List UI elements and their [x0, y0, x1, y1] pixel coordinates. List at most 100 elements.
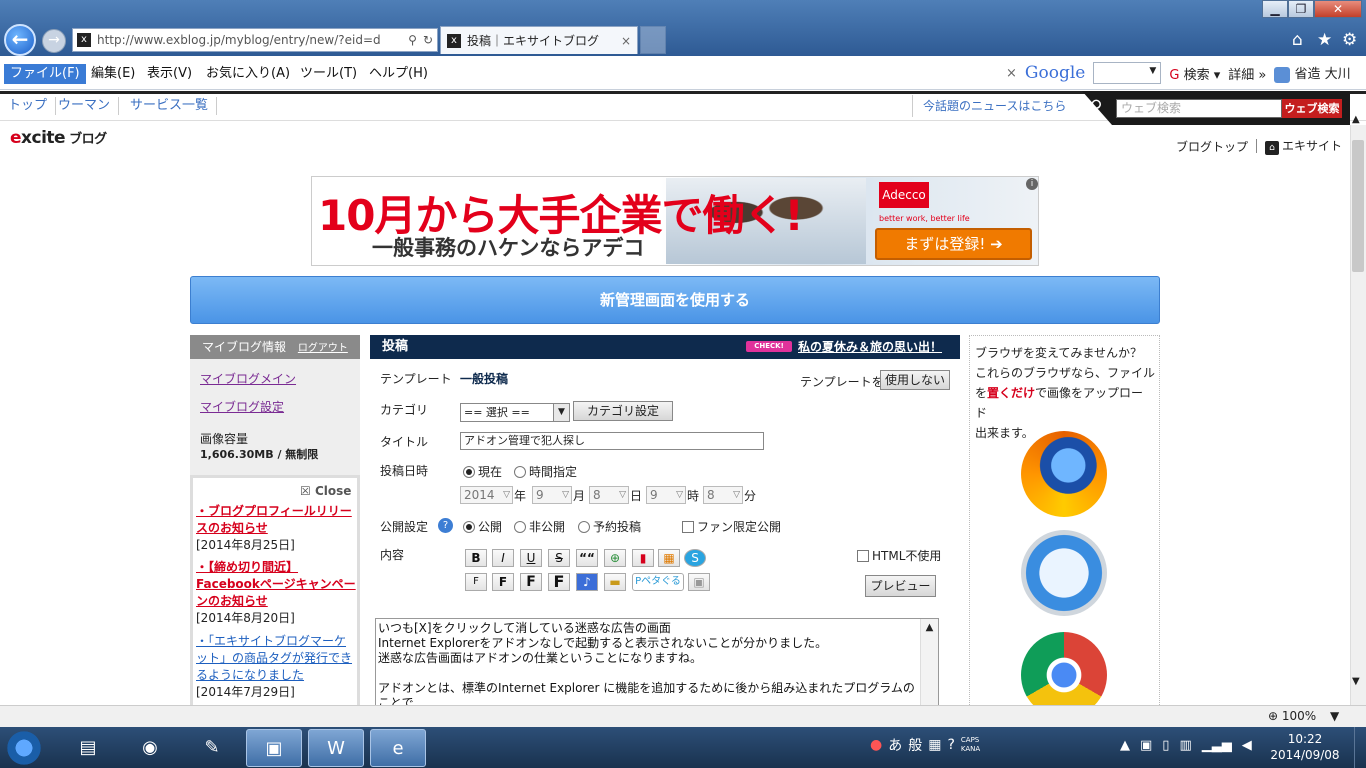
ie-taskbar-icon[interactable]: e [370, 729, 426, 767]
menu-file[interactable]: ファイル(F) [4, 64, 86, 84]
preview-button[interactable]: プレビュー [865, 575, 936, 597]
help-icon[interactable]: ? [947, 737, 954, 753]
browser-tab[interactable]: x 投稿｜エキサイトブログ × [440, 26, 638, 54]
tab-close-icon[interactable]: × [621, 34, 631, 48]
ime-conversion[interactable]: 般 [908, 735, 922, 755]
nav-services-link[interactable]: サービス一覧 [122, 97, 218, 115]
settings-gear-icon[interactable]: ⚙ [1342, 30, 1357, 50]
start-button[interactable] [4, 729, 44, 767]
strike-button[interactable]: S [548, 549, 570, 567]
fan-only-checkbox[interactable]: ファン限定公開 [682, 518, 781, 535]
chrome-taskbar-icon[interactable]: ◉ [122, 729, 178, 767]
web-search-input[interactable]: ウェブ検索 [1116, 99, 1282, 118]
quote-button[interactable]: ““ [576, 549, 598, 567]
home-icon[interactable]: ⌂ [1292, 30, 1303, 50]
news-item-title[interactable]: ・ブログプロフィールリリースのお知らせ [196, 504, 352, 535]
datetime-now-radio[interactable]: 現在 [463, 463, 502, 480]
ad-info-icon[interactable]: i [1026, 178, 1038, 190]
html-off-checkbox[interactable]: HTML不使用 [857, 547, 941, 564]
minimize-button[interactable]: ▁ [1262, 0, 1288, 18]
maximize-button[interactable]: ❐ [1288, 0, 1314, 18]
address-url[interactable]: http://www.exblog.jp/myblog/entry/new/?e… [97, 33, 402, 47]
insert-image-icon[interactable]: ▣ [688, 573, 710, 591]
scroll-down-icon[interactable]: ▼ [1352, 676, 1360, 687]
scroll-up-icon[interactable]: ▲ [1352, 114, 1360, 125]
category-settings-button[interactable]: カテゴリ設定 [573, 401, 673, 421]
volume-icon[interactable]: ◀ [1242, 738, 1252, 753]
menu-favorites[interactable]: お気に入り(A) [200, 64, 296, 84]
show-desktop-button[interactable] [1354, 727, 1366, 768]
publish-private-radio[interactable]: 非公開 [514, 518, 565, 535]
template-unused-button[interactable]: 使用しない [880, 370, 950, 390]
news-link[interactable]: 今話題のニュースはこちら [912, 95, 1082, 117]
summer-promo-link[interactable]: 私の夏休み＆旅の思い出！ [798, 338, 942, 355]
toolbar-close-icon[interactable]: × [1006, 66, 1017, 81]
folder-icon[interactable]: ▬ [604, 573, 626, 591]
petit-gourmet-button[interactable]: Pペタぐる [632, 573, 684, 591]
paint-taskbar-icon[interactable]: ✎ [184, 729, 240, 767]
title-input[interactable]: アドオン管理で犯人探し [460, 432, 764, 450]
nav-woman-link[interactable]: ウーマン [50, 97, 120, 115]
menu-tools[interactable]: ツール(T) [294, 64, 363, 84]
show-hidden-icons-icon[interactable]: ▲ [1120, 738, 1130, 753]
logout-link[interactable]: ログアウト [298, 343, 348, 354]
google-search-input[interactable]: ▼ [1093, 62, 1162, 84]
myblog-settings-link[interactable]: マイブログ設定 [200, 398, 284, 415]
back-button[interactable]: ← [4, 24, 36, 56]
italic-button[interactable]: I [492, 549, 514, 567]
user-account[interactable]: 省造 大川 [1274, 63, 1351, 83]
window-close-button[interactable]: ✕ [1314, 0, 1362, 18]
font-small-button[interactable]: F [465, 573, 487, 591]
firefox-icon[interactable] [1021, 431, 1107, 517]
publish-scheduled-radio[interactable]: 予約投稿 [578, 518, 641, 535]
hour-select[interactable]: 9 ▽ [646, 486, 686, 504]
news-item-title[interactable]: ・「エキサイトブログマーケット」の商品タグが発行できるようになりました [196, 634, 352, 682]
skype-icon[interactable]: S [684, 549, 706, 567]
excite-home-link[interactable]: ⌂ エキサイト [1265, 137, 1342, 155]
word-taskbar-icon[interactable]: W [308, 729, 364, 767]
chevron-up-icon[interactable]: ▲ [926, 622, 934, 633]
google-search-button[interactable]: G 検索 ▾ [1169, 64, 1220, 83]
refresh-icon[interactable]: ↻ [423, 33, 433, 47]
page-scrollbar-thumb[interactable] [1352, 140, 1364, 272]
tray-app-icon[interactable]: ▯ [1162, 738, 1169, 753]
font-large-button[interactable]: F [520, 573, 542, 591]
color-grid-icon[interactable]: ▦ [658, 549, 680, 567]
help-icon[interactable]: ? [438, 518, 453, 533]
excite-blog-logo[interactable]: eexcitexciteブログ [10, 128, 107, 148]
font-xlarge-button[interactable]: F [548, 573, 570, 591]
ime-tools-icon[interactable]: ▦ [928, 737, 941, 753]
content-text[interactable]: いつも[X]をクリックして消している迷惑な広告の画面 Internet Expl… [376, 619, 938, 707]
textarea-scrollbar[interactable]: ▲ [920, 619, 938, 707]
network-icon[interactable]: ▁▃▅ [1202, 738, 1232, 753]
address-bar[interactable]: x http://www.exblog.jp/myblog/entry/new/… [72, 28, 438, 52]
tray-app-icon[interactable]: ▥ [1179, 738, 1191, 753]
explorer-taskbar-icon[interactable]: ▤ [60, 729, 116, 767]
new-admin-button[interactable]: 新管理画面を使用する [190, 276, 1160, 324]
day-select[interactable]: 8 ▽ [589, 486, 629, 504]
ime-mode[interactable]: あ [888, 735, 902, 755]
font-medium-button[interactable]: F [492, 573, 514, 591]
chevron-down-icon[interactable]: ▼ [1149, 66, 1156, 76]
music-icon[interactable]: ♪ [576, 573, 598, 591]
control-panel-taskbar-icon[interactable]: ▣ [246, 729, 302, 767]
ime-bar[interactable]: ● あ 般 ▦ ? CAPS KANA [870, 735, 980, 755]
bold-button[interactable]: B [465, 549, 487, 567]
gift-icon[interactable]: ▮ [632, 549, 654, 567]
publish-public-radio[interactable]: 公開 [463, 518, 502, 535]
month-select[interactable]: 9 ▽ [532, 486, 572, 504]
content-textarea[interactable]: いつも[X]をクリックして消している迷惑な広告の画面 Internet Expl… [375, 618, 939, 708]
news-close-button[interactable]: ☒ Close [300, 484, 351, 498]
link-icon[interactable]: ⊕ [604, 549, 626, 567]
tray-app-icon[interactable]: ▣ [1140, 738, 1152, 753]
underline-button[interactable]: U [520, 549, 542, 567]
zoom-control[interactable]: ⊕ 100% ▼ [1268, 709, 1339, 723]
new-tab-button[interactable] [640, 26, 666, 54]
menu-help[interactable]: ヘルプ(H) [363, 64, 434, 84]
favorites-star-icon[interactable]: ★ [1317, 30, 1332, 50]
myblog-main-link[interactable]: マイブログメイン [200, 370, 296, 387]
year-select[interactable]: 2014 ▽ [460, 486, 513, 504]
ad-register-button[interactable]: まずは登録! ➔ [875, 228, 1032, 260]
blog-top-link[interactable]: ブログトップ [1176, 138, 1248, 155]
toolbar-details-button[interactable]: 詳細 » [1228, 64, 1266, 83]
